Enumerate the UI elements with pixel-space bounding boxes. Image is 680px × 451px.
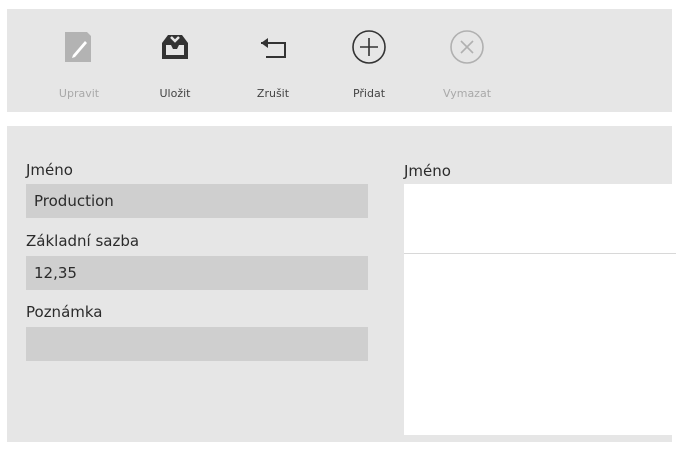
plus-circle-icon (351, 29, 387, 65)
cancel-button-label: Zrušit (256, 87, 290, 100)
add-button-label: Přidat (352, 87, 386, 100)
save-button-label: Uložit (159, 87, 191, 100)
rate-field[interactable]: 12,35 (26, 256, 368, 290)
list-item[interactable] (404, 184, 676, 254)
name-label: Jméno (26, 161, 73, 179)
toolbar: Upravit Uložit Zrušit Přidat Vymazat (7, 9, 672, 112)
note-field[interactable] (26, 327, 368, 361)
add-button[interactable]: Přidat (329, 9, 409, 112)
list-header: Jméno (404, 162, 451, 180)
form-panel: Jméno Production Základní sazba 12,35 Po… (7, 126, 676, 442)
edit-button[interactable]: Upravit (39, 9, 119, 112)
name-list[interactable] (404, 184, 676, 435)
save-tray-icon (157, 29, 193, 65)
cancel-button[interactable]: Zrušit (233, 9, 313, 112)
edit-icon (61, 29, 97, 65)
undo-arrow-icon (255, 29, 291, 65)
edit-button-label: Upravit (58, 87, 100, 100)
rate-label: Základní sazba (26, 232, 140, 250)
delete-circle-icon (449, 29, 485, 65)
save-button[interactable]: Uložit (135, 9, 215, 112)
delete-button[interactable]: Vymazat (427, 9, 507, 112)
name-field[interactable]: Production (26, 184, 368, 218)
note-label: Poznámka (26, 303, 103, 321)
delete-button-label: Vymazat (442, 87, 492, 100)
